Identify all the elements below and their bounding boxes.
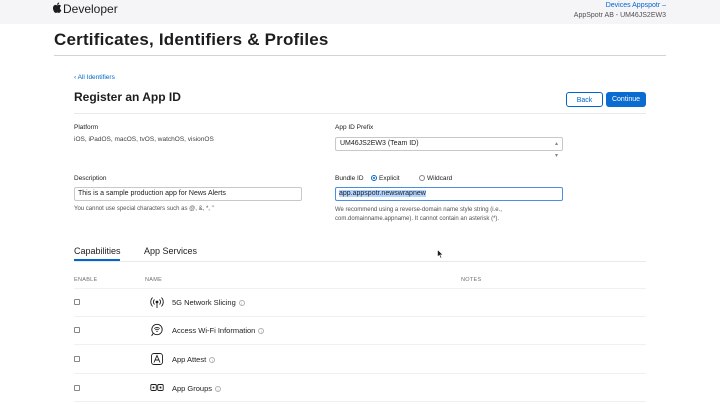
enable-checkbox[interactable] <box>74 385 80 391</box>
description-label: Description <box>74 175 107 182</box>
bundle-id-input[interactable]: app.appspotr.newswrapnew <box>335 187 563 201</box>
row-divider <box>74 344 646 345</box>
developer-brand[interactable]: Developer <box>52 2 118 16</box>
tab-app-services[interactable]: App Services <box>144 246 197 256</box>
account-info: Devices Appspotr – AppSpotr AB - UM46JS2… <box>574 1 666 21</box>
column-name: NAME <box>145 277 163 283</box>
row-divider <box>74 373 646 374</box>
radio-selected-icon <box>371 175 377 182</box>
app-id-prefix-select[interactable]: UM46JS2EW3 (Team ID) ▴ ▾ <box>335 137 563 159</box>
row-divider <box>74 316 646 317</box>
page-title: Certificates, Identifiers & Profiles <box>54 30 329 49</box>
column-notes: NOTES <box>461 277 482 283</box>
info-icon[interactable]: i <box>238 300 245 307</box>
app-id-prefix-label: App ID Prefix <box>335 124 374 131</box>
description-input[interactable]: This is a sample production app for News… <box>74 187 302 201</box>
enable-checkbox[interactable] <box>74 299 80 305</box>
row-divider <box>74 401 646 402</box>
bundle-id-label: Bundle ID <box>335 175 364 182</box>
tab-capabilities[interactable]: Capabilities <box>74 246 121 256</box>
platform-label: Platform <box>74 124 99 131</box>
info-icon[interactable]: i <box>215 386 222 393</box>
enable-checkbox[interactable] <box>74 356 80 362</box>
explicit-label: Explicit <box>379 175 400 182</box>
mouse-cursor-icon <box>437 249 444 259</box>
wildcard-radio[interactable]: Wildcard <box>419 175 452 182</box>
header-row-divider <box>74 288 646 289</box>
enable-checkbox[interactable] <box>74 327 80 333</box>
header-divider <box>74 113 646 114</box>
capability-name: App Attest i <box>172 355 216 364</box>
tabs-divider <box>74 261 646 262</box>
section-title: Register an App ID <box>74 90 181 104</box>
capability-name: Access Wi-Fi Information i <box>172 326 265 335</box>
explicit-radio[interactable]: Explicit <box>371 175 400 182</box>
chevron-up-down-icon: ▴ ▾ <box>554 141 558 159</box>
account-devices-link[interactable]: Devices Appspotr – <box>574 1 666 11</box>
radio-unselected-icon <box>419 175 425 182</box>
top-bar: Developer Devices Appspotr – AppSpotr AB… <box>0 0 720 24</box>
bundle-id-hint: We recommend using a reverse-domain name… <box>335 206 502 224</box>
network-slicing-icon <box>150 297 164 308</box>
info-icon[interactable]: i <box>258 328 265 335</box>
bundle-id-hint-line2: com.domainname.appname). It cannot conta… <box>335 216 500 222</box>
back-button[interactable]: Back <box>566 92 603 107</box>
platform-value: iOS, iPadOS, macOS, tvOS, watchOS, visio… <box>74 136 214 143</box>
app-id-prefix-value: UM46JS2EW3 (Team ID) <box>340 140 419 147</box>
wildcard-label: Wildcard <box>427 175 453 182</box>
bundle-id-hint-line1: We recommend using a reverse-domain name… <box>335 207 502 213</box>
all-identifiers-link[interactable]: ‹ All Identifiers <box>74 74 115 81</box>
title-divider <box>54 55 666 56</box>
account-team: AppSpotr AB - UM46JS2EW3 <box>573 12 666 19</box>
app-groups-icon <box>150 384 164 391</box>
brand-name: Developer <box>63 2 118 16</box>
description-hint: You cannot use special characters such a… <box>74 206 214 212</box>
wifi-info-icon <box>151 323 163 337</box>
column-enable: ENABLE <box>74 277 98 283</box>
capability-name: App Groups i <box>172 384 222 393</box>
capability-name: 5G Network Slicing i <box>172 298 245 307</box>
continue-button[interactable]: Continue <box>606 92 646 107</box>
bundle-id-value: app.appspotr.newswrapnew <box>339 190 426 197</box>
apple-logo-icon <box>52 2 62 16</box>
app-attest-icon <box>151 353 163 365</box>
info-icon[interactable]: i <box>209 357 216 364</box>
